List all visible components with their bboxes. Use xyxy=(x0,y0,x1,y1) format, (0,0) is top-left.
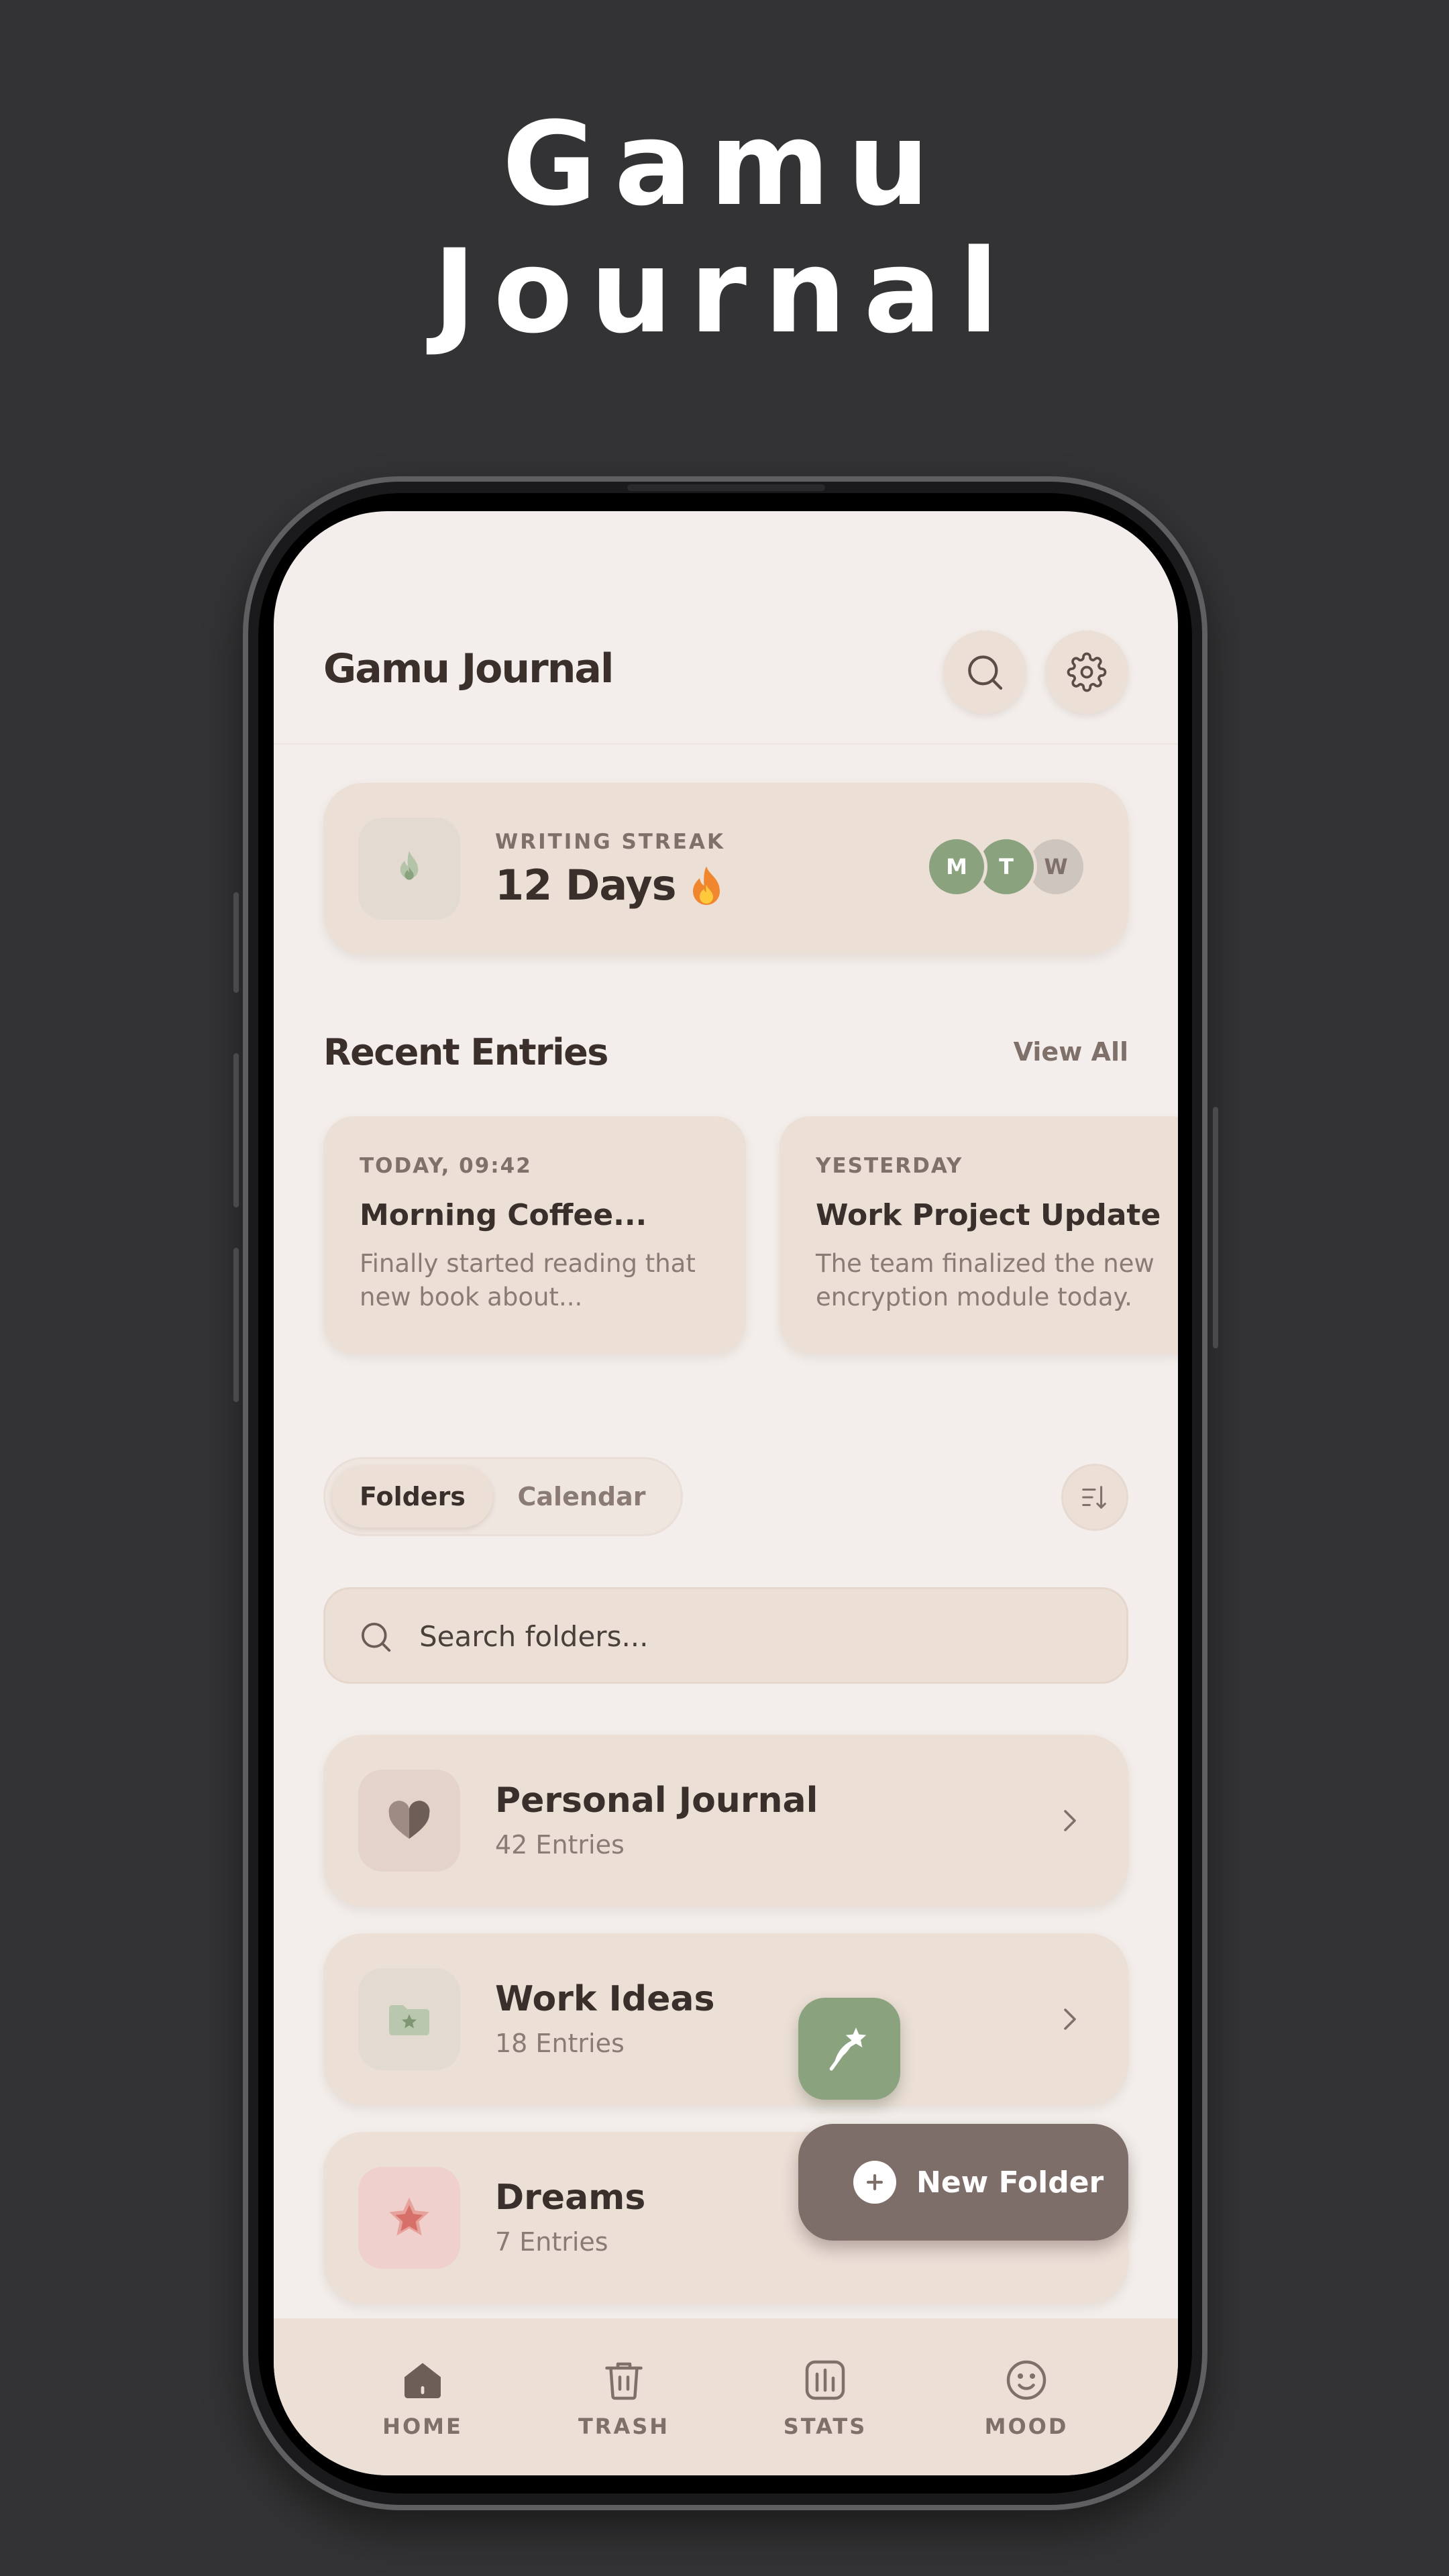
view-toggle: Folders Calendar xyxy=(323,1457,683,1536)
phone-volume-down-button xyxy=(233,1248,239,1402)
heart-icon xyxy=(388,1801,430,1839)
phone-side-button xyxy=(233,892,239,993)
nav-label: HOME xyxy=(382,2414,463,2439)
bottom-nav: HOME TRASH STATS MOOD xyxy=(274,2318,1178,2475)
tab-calendar[interactable]: Calendar xyxy=(501,1466,662,1527)
folder-icon-box xyxy=(358,2167,460,2269)
nav-item-home[interactable]: HOME xyxy=(356,2356,490,2439)
stats-icon xyxy=(805,2360,845,2400)
folder-name: Personal Journal xyxy=(495,1780,818,1821)
folder-icon-box xyxy=(358,1968,460,2070)
hero-title-line2: Journal xyxy=(433,224,1016,359)
folder-entry-count: 42 Entries xyxy=(495,1830,625,1860)
entry-card[interactable]: TODAY, 09:42 Morning Coffee... Finally s… xyxy=(323,1116,746,1354)
trash-icon xyxy=(605,2362,643,2400)
star-icon xyxy=(389,2197,429,2236)
flame-icon xyxy=(400,851,419,880)
folder-name: Dreams xyxy=(495,2178,646,2218)
sort-button[interactable] xyxy=(1061,1464,1128,1531)
streak-value-text: 12 Days xyxy=(495,861,677,910)
streak-value: 12 Days xyxy=(495,861,727,912)
phone-power-button xyxy=(1213,1107,1218,1348)
nav-item-mood[interactable]: MOOD xyxy=(959,2356,1093,2439)
nav-label: MOOD xyxy=(984,2414,1069,2439)
folder-icon-box xyxy=(358,1770,460,1872)
phone-volume-up-button xyxy=(233,1053,239,1208)
entry-card[interactable]: YESTERDAY Work Project Update The team f… xyxy=(780,1116,1178,1354)
plus-circle xyxy=(853,2161,896,2204)
chevron-right-icon xyxy=(1064,1810,1076,1831)
entry-preview: Finally started reading that new book ab… xyxy=(360,1249,696,1311)
new-folder-label: New Folder xyxy=(916,2165,1104,2200)
hero-title: Gamu Journal xyxy=(0,101,1449,356)
mood-icon xyxy=(1006,2360,1046,2400)
app-screen: Gamu Journal WRITING STREAK 12 Days M T … xyxy=(274,511,1178,2475)
nav-label: STATS xyxy=(783,2414,867,2439)
plus-icon xyxy=(866,2174,883,2191)
entry-date: TODAY, 09:42 xyxy=(360,1154,532,1178)
entry-preview: The team finalized the new encryption mo… xyxy=(816,1249,1155,1311)
tab-folders[interactable]: Folders xyxy=(332,1466,493,1527)
chevron-right-icon xyxy=(1064,2008,1076,2030)
sort-icon xyxy=(1082,1486,1106,1509)
streak-day-dot: M xyxy=(926,836,987,898)
folder-entry-count: 7 Entries xyxy=(495,2227,608,2257)
nav-label: TRASH xyxy=(578,2414,670,2439)
search-folders-input[interactable]: Search folders... xyxy=(323,1587,1128,1684)
gear-icon xyxy=(1067,652,1107,692)
quill-star-icon xyxy=(829,2027,867,2071)
search-icon xyxy=(968,655,1003,690)
folder-star-icon xyxy=(389,2005,429,2035)
entry-title: Morning Coffee... xyxy=(360,1198,647,1232)
search-button[interactable] xyxy=(943,631,1026,714)
phone-speaker xyxy=(627,484,825,491)
search-placeholder: Search folders... xyxy=(419,1620,649,1653)
entry-date: YESTERDAY xyxy=(816,1154,963,1178)
streak-label: WRITING STREAK xyxy=(495,830,725,854)
streak-icon-box xyxy=(358,818,460,920)
folder-card-work-ideas[interactable]: Work Ideas 18 Entries xyxy=(323,1933,1128,2105)
entry-title: Work Project Update xyxy=(816,1198,1161,1232)
folder-name: Work Ideas xyxy=(495,1979,715,2019)
settings-button[interactable] xyxy=(1045,631,1128,714)
nav-item-stats[interactable]: STATS xyxy=(758,2356,892,2439)
fire-emoji-icon xyxy=(692,866,720,905)
recent-entries-title: Recent Entries xyxy=(323,1031,608,1073)
folder-entry-count: 18 Entries xyxy=(495,2029,625,2058)
new-entry-fab[interactable] xyxy=(798,1998,900,2100)
home-icon xyxy=(405,2363,441,2398)
view-all-link[interactable]: View All xyxy=(1014,1037,1128,1067)
new-folder-button[interactable]: New Folder xyxy=(798,2124,1128,2241)
app-title: Gamu Journal xyxy=(323,645,614,692)
streak-card[interactable]: WRITING STREAK 12 Days M T W xyxy=(323,783,1128,955)
hero-title-line1: Gamu xyxy=(502,97,947,231)
folder-card-personal-journal[interactable]: Personal Journal 42 Entries xyxy=(323,1735,1128,1907)
nav-item-trash[interactable]: TRASH xyxy=(557,2356,691,2439)
search-icon xyxy=(361,1622,391,1652)
header-divider xyxy=(274,743,1178,745)
search-field-icon-wrap xyxy=(358,1619,394,1658)
